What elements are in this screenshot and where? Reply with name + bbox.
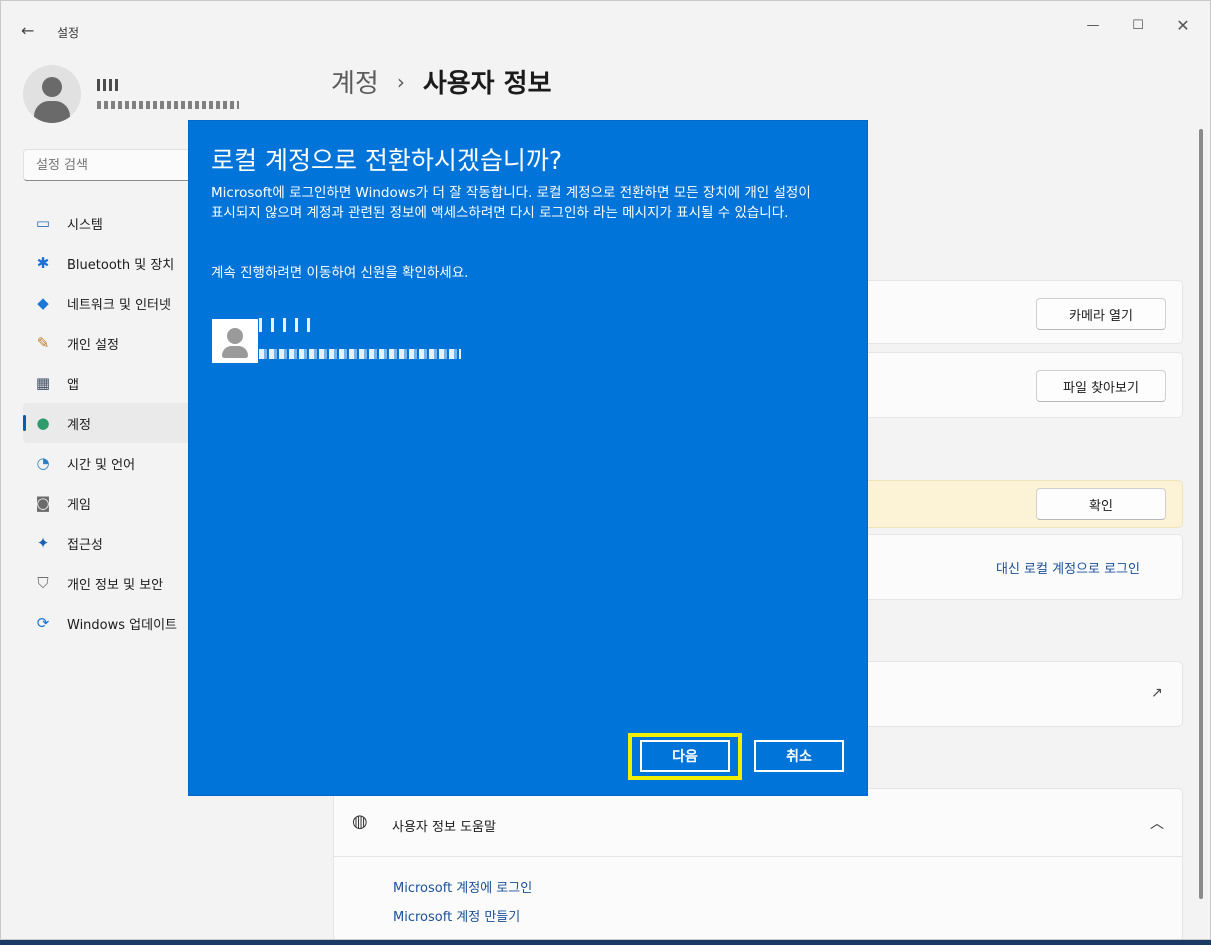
back-arrow-icon[interactable]: ← [21, 21, 34, 40]
avatar [23, 65, 81, 123]
user-avatar-icon [212, 319, 258, 363]
page-title: 사용자 정보 [422, 69, 552, 99]
bluetooth-icon: ✱ [36, 254, 50, 272]
minimize-button[interactable]: — [1070, 11, 1116, 39]
system-icon: ▭ [35, 214, 51, 232]
sidebar-item-label: 접근성 [67, 537, 103, 553]
sidebar-item-label: 앱 [67, 377, 79, 393]
sidebar-item-label: 시스템 [67, 217, 103, 233]
breadcrumb-parent[interactable]: 계정 [331, 63, 379, 100]
dialog-instruction: 계속 진행하려면 이동하여 신원을 확인하세요. [211, 265, 469, 281]
user-email-redacted [259, 349, 461, 359]
chevron-up-icon[interactable]: ︿ [1150, 813, 1164, 833]
gamepad-icon: ◙ [35, 494, 51, 512]
chevron-right-icon: › [396, 69, 405, 94]
open-camera-button[interactable]: 카메라 열기 [1036, 298, 1166, 330]
dialog-body: Microsoft에 로그인하면 Windows가 더 잘 작동합니다. 로컬 … [211, 185, 811, 221]
active-indicator [23, 415, 26, 431]
help-card: ◍ 사용자 정보 도움말 ︿ Microsoft 계정에 로그인 Microso… [333, 788, 1183, 939]
close-button[interactable]: ✕ [1160, 11, 1206, 39]
sidebar-item-label: Windows 업데이트 [67, 617, 178, 633]
accessibility-icon: ✦ [36, 534, 50, 552]
breadcrumb: 계정 › 사용자 정보 [331, 63, 552, 100]
profile-email-redacted [97, 101, 239, 109]
sidebar-item-label: 게임 [67, 497, 91, 513]
sidebar-item-label: 개인 설정 [67, 337, 119, 353]
sidebar-item-label: 개인 정보 및 보안 [67, 577, 164, 593]
brush-icon: ✎ [36, 334, 50, 352]
confirm-button[interactable]: 확인 [1036, 488, 1166, 520]
help-link-create-account[interactable]: Microsoft 계정 만들기 [393, 906, 520, 925]
app-title: 설정 [57, 26, 80, 40]
account-icon: ● [36, 414, 50, 432]
user-name-redacted [259, 318, 311, 332]
title-bar: ← 설정 — ☐ ✕ [1, 1, 1210, 47]
wifi-icon: ◆ [37, 294, 49, 312]
maximize-button[interactable]: ☐ [1115, 11, 1161, 39]
profile-avatar[interactable] [23, 65, 81, 123]
scrollbar[interactable] [1199, 129, 1203, 899]
shield-icon: ⛉ [37, 574, 49, 592]
sidebar-item-label: 네트워크 및 인터넷 [67, 297, 171, 313]
dialog-title: 로컬 계정으로 전환하시겠습니까? [211, 146, 563, 175]
external-link-icon[interactable]: ↗ [1151, 685, 1163, 701]
local-account-link[interactable]: 대신 로컬 계정으로 로그인 [996, 558, 1140, 577]
globe-clock-icon: ◔ [36, 454, 50, 472]
switch-local-account-dialog: 로컬 계정으로 전환하시겠습니까? Microsoft에 로그인하면 Windo… [188, 120, 868, 796]
sidebar-item-label: 계정 [67, 417, 91, 433]
sidebar-item-label: 시간 및 언어 [67, 457, 136, 473]
sidebar-item-label: Bluetooth 및 장치 [67, 257, 175, 273]
help-header[interactable]: ◍ 사용자 정보 도움말 ︿ [334, 789, 1182, 857]
help-link-sign-in[interactable]: Microsoft 계정에 로그인 [393, 877, 532, 896]
globe-icon: ◍ [352, 811, 368, 832]
update-icon: ⟳ [36, 614, 50, 632]
profile-name-redacted [97, 79, 119, 91]
apps-icon: ▦ [35, 374, 51, 392]
next-button[interactable]: 다음 [640, 740, 730, 772]
browse-files-button[interactable]: 파일 찾아보기 [1036, 370, 1166, 402]
help-title: 사용자 정보 도움말 [392, 820, 496, 835]
cancel-button[interactable]: 취소 [754, 740, 844, 772]
